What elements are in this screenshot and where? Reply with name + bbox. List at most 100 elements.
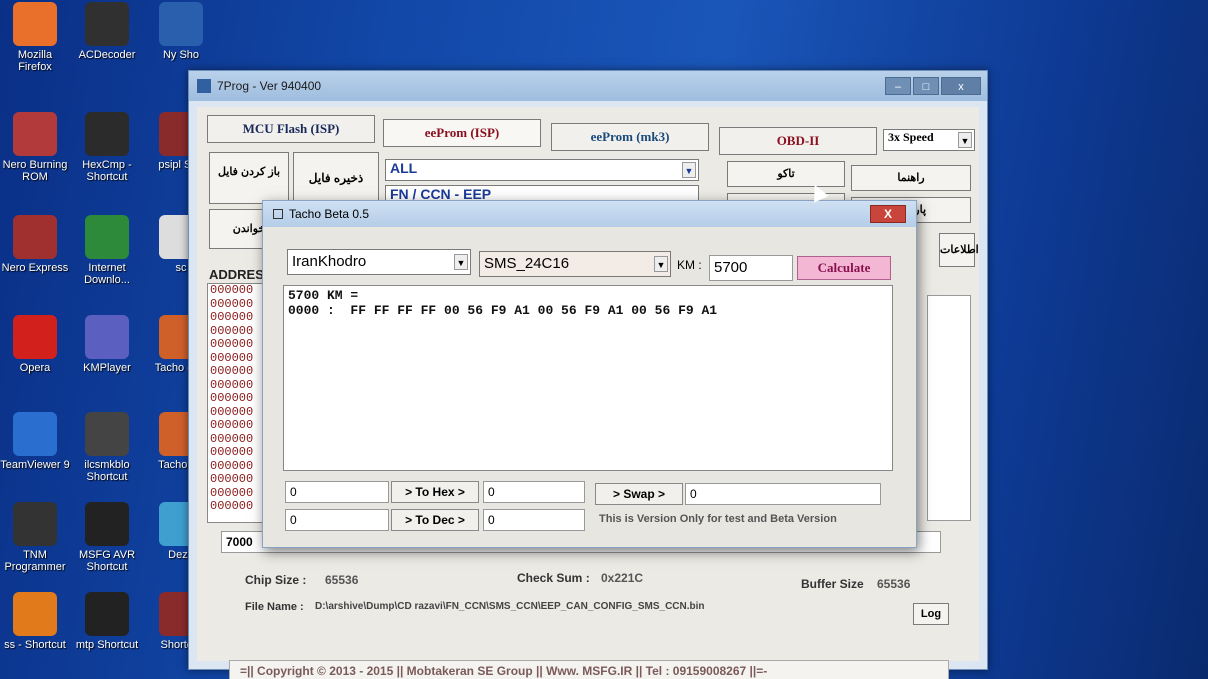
right-scroll-panel[interactable] [927, 295, 971, 521]
desktop-icon[interactable]: KMPlayer [72, 315, 142, 374]
main-window-title: 7Prog - Ver 940400 [217, 79, 322, 93]
mode-select[interactable]: ALL ▼ [385, 159, 699, 181]
tacho-titlebar[interactable]: Tacho Beta 0.5 [263, 201, 916, 227]
desktop-icon[interactable]: Nero Burning ROM [0, 112, 70, 183]
log-button[interactable]: Log [913, 603, 949, 625]
swap-button[interactable]: > Swap > [595, 483, 683, 505]
desktop-icon-label: ACDecoder [78, 49, 136, 61]
address-row: 000000 [210, 296, 254, 311]
app-shortcut-icon [85, 315, 129, 359]
save-file-button[interactable]: ذخیره فایل [293, 152, 379, 204]
desktop-icon-label: mtp Shortcut [75, 639, 139, 651]
app-shortcut-icon [85, 112, 129, 156]
app-shortcut-icon [13, 412, 57, 456]
address-row: 000000 [210, 377, 254, 392]
address-row: 000000 [210, 404, 254, 419]
hex-input-field[interactable]: 0 [285, 481, 389, 503]
address-row: 000000 [210, 485, 254, 500]
app-shortcut-icon [13, 502, 57, 546]
tacho-close-button[interactable]: X [870, 205, 906, 223]
checksum-value: 0x221C [601, 571, 644, 585]
tab-eeprom-isp[interactable]: eeProm (ISP) [383, 119, 541, 147]
desktop-icon-label: Nero Burning ROM [2, 159, 68, 183]
desktop-icon-label: TNM Programmer [4, 549, 66, 573]
app-icon [197, 79, 211, 93]
app-shortcut-icon [13, 215, 57, 259]
tacho-button[interactable]: تاکو [727, 161, 845, 187]
beta-note: This is Version Only for test and Beta V… [599, 513, 837, 525]
desktop-icon[interactable]: HexCmp - Shortcut [72, 112, 142, 183]
desktop-icon-label: Mozilla Firefox [17, 49, 53, 73]
desktop-icon-label: KMPlayer [83, 362, 131, 374]
desktop-icon[interactable]: TNM Programmer [0, 502, 70, 573]
chip-size-value: 65536 [325, 573, 359, 587]
tacho-window: Tacho Beta 0.5 X IranKhodro ▼ SMS_24C16 … [262, 200, 917, 548]
maximize-button[interactable]: □ [913, 77, 939, 95]
tab-mcu-flash[interactable]: MCU Flash (ISP) [207, 115, 375, 143]
address-row: 000000 [210, 337, 254, 351]
output-line-1: 5700 KM = [288, 288, 359, 303]
buffer-size-label: Buffer Size [801, 577, 864, 591]
km-input[interactable]: 5700 [709, 255, 793, 281]
desktop-icon[interactable]: Nero Express [0, 215, 70, 274]
hex-result-field[interactable]: 0 [483, 481, 585, 503]
desktop-icon[interactable]: Internet Downlo... [72, 215, 142, 286]
app-shortcut-icon [13, 315, 57, 359]
address-row: 000000 [210, 364, 254, 378]
manufacturer-select-value: IranKhodro [292, 253, 367, 270]
file-name-value: D:\arshive\Dump\CD razavi\FN_CCN\SMS_CCN… [315, 601, 705, 612]
address-list[interactable]: 000000 000000 000000 000000 000000 000000 0000… [207, 283, 267, 523]
swap-result-field[interactable]: 0 [685, 483, 881, 505]
checksum-label: Check Sum : [517, 571, 590, 585]
address-row: 000000 [210, 458, 254, 473]
desktop-icon[interactable]: ss - Shortcut [0, 592, 70, 651]
desktop-icon[interactable]: Mozilla Firefox [0, 2, 70, 73]
address-row: 000000 [210, 445, 254, 459]
minimize-button[interactable]: – [885, 77, 911, 95]
close-button[interactable]: x [941, 77, 981, 95]
app-shortcut-icon [13, 2, 57, 46]
chevron-down-icon[interactable]: ▼ [958, 132, 972, 148]
calculate-button[interactable]: Calculate [797, 256, 891, 280]
address-row: 000000 [210, 431, 254, 446]
desktop-icon[interactable]: ilcsmkblo Shortcut [72, 412, 142, 483]
address-header: ADDRES [209, 267, 264, 282]
app-shortcut-icon [159, 2, 203, 46]
help-button[interactable]: راهنما [851, 165, 971, 191]
desktop-icon[interactable]: TeamViewer 9 [0, 412, 70, 471]
tab-obd2[interactable]: OBD-II [719, 127, 877, 155]
to-dec-button[interactable]: > To Dec > [391, 509, 479, 531]
manufacturer-select[interactable]: IranKhodro ▼ [287, 249, 471, 275]
desktop-icon-label: Internet Downlo... [84, 262, 130, 286]
address-row: 000000 [210, 350, 254, 365]
chevron-down-icon[interactable]: ▼ [654, 256, 668, 272]
desktop-icon[interactable]: mtp Shortcut [72, 592, 142, 651]
app-shortcut-icon [85, 502, 129, 546]
desktop-icon[interactable]: Ny Sho [146, 2, 216, 61]
dec-input-field[interactable]: 0 [285, 509, 389, 531]
desktop-icon[interactable]: ACDecoder [72, 2, 142, 61]
chip-select-value: SMS_24C16 [484, 255, 570, 272]
desktop-icon[interactable]: Opera [0, 315, 70, 374]
address-row: 000000 [210, 323, 254, 338]
tacho-window-title: Tacho Beta 0.5 [289, 207, 370, 221]
desktop-icon[interactable]: MSFG AVR Shortcut [72, 502, 142, 573]
chevron-down-icon[interactable]: ▼ [454, 254, 468, 270]
desktop-icon-label: ilcsmkblo Shortcut [84, 459, 130, 483]
dec-result-field[interactable]: 0 [483, 509, 585, 531]
desktop-icon-label: MSFG AVR Shortcut [78, 549, 136, 573]
main-window-titlebar[interactable]: 7Prog - Ver 940400 – □ x [189, 71, 987, 101]
desktop-icon-label: Opera [19, 362, 51, 374]
hex-output-area[interactable]: 5700 KM = 0000 : FF FF FF FF 00 56 F9 A1 … [283, 285, 893, 471]
buffer-size-value: 65536 [877, 577, 911, 591]
open-file-button[interactable]: باز کردن فایل [209, 152, 289, 204]
chevron-down-icon[interactable]: ▼ [682, 162, 696, 178]
chip-size-label: Chip Size : [245, 573, 307, 587]
tab-eeprom-mk3[interactable]: eeProm (mk3) [551, 123, 709, 151]
to-hex-button[interactable]: > To Hex > [391, 481, 479, 503]
chip-select[interactable]: SMS_24C16 ▼ [479, 251, 671, 277]
app-shortcut-icon [85, 412, 129, 456]
info-button[interactable]: اطلاعات [939, 233, 979, 267]
address-row: 000000 [210, 283, 254, 297]
speed-select[interactable]: 3x Speed ▼ [883, 129, 975, 151]
